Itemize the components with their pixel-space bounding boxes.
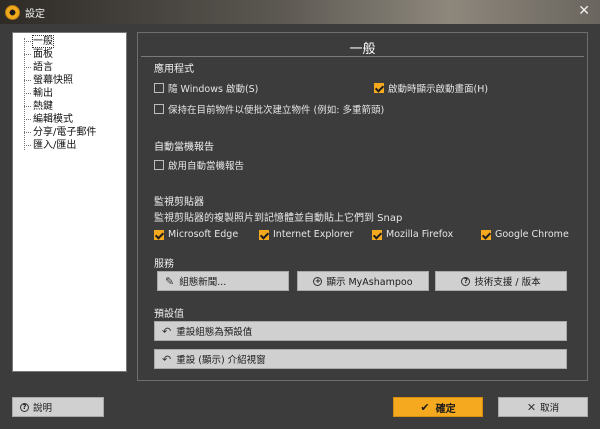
window-title: 設定 bbox=[25, 8, 45, 20]
monitor-description: 監視剪貼器的複製照片到記憶體並自動貼上它們到 Snap bbox=[154, 213, 403, 224]
nav-item-import-export[interactable]: 匯入/匯出 bbox=[24, 139, 126, 152]
reset-intro-button[interactable]: ↶ 重設 (顯示) 介紹視窗 bbox=[154, 349, 567, 369]
checkbox-box[interactable] bbox=[154, 83, 164, 93]
checkmark-icon: ✔ bbox=[420, 400, 430, 414]
configure-news-button[interactable]: ✎ 組態新聞... bbox=[157, 271, 289, 291]
section-services-title: 服務 bbox=[154, 259, 174, 270]
help-button[interactable]: ? 說明 bbox=[12, 397, 104, 417]
nav-item-hotkeys[interactable]: 熱鍵 bbox=[24, 100, 126, 113]
edge-checkbox[interactable]: Microsoft Edge bbox=[154, 229, 238, 240]
question-circle-icon: ? bbox=[461, 276, 471, 286]
checkbox-box-checked[interactable] bbox=[372, 229, 382, 240]
plus-circle-icon: + bbox=[313, 276, 323, 286]
app-logo-icon bbox=[5, 4, 20, 20]
nav-item-panel[interactable]: 面板 bbox=[24, 48, 126, 61]
checkbox-box-checked[interactable] bbox=[374, 83, 384, 93]
nav-item-screenshot[interactable]: 螢幕快照 bbox=[24, 74, 126, 87]
confirm-button[interactable]: ✔ 確定 bbox=[393, 397, 483, 417]
ie-checkbox[interactable]: Internet Explorer bbox=[259, 229, 353, 240]
section-defaults-title: 預設值 bbox=[154, 309, 184, 320]
chrome-checkbox[interactable]: Google Chrome bbox=[481, 229, 569, 240]
undo-arrow-icon: ↶ bbox=[162, 352, 172, 366]
show-myashampoo-button[interactable]: + 顯示 MyAshampoo bbox=[297, 271, 429, 291]
settings-nav-tree: 一般 面板 語言 螢幕快照 輸出 熱鍵 編輯模式 分享/電子郵件 匯入/匯出 bbox=[12, 32, 127, 372]
checkbox-box-checked[interactable] bbox=[481, 229, 491, 240]
close-icon[interactable]: ✕ bbox=[578, 3, 590, 19]
show-splash-checkbox[interactable]: 啟動時顯示啟動畫面(H) bbox=[374, 81, 488, 95]
title-divider bbox=[141, 56, 584, 57]
title-bar: 設定 ✕ bbox=[0, 0, 600, 24]
firefox-checkbox[interactable]: Mozilla Firefox bbox=[372, 229, 453, 240]
nav-item-general[interactable]: 一般 bbox=[24, 35, 126, 48]
section-monitor-title: 監視剪貼器 bbox=[154, 197, 204, 208]
crash-report-checkbox[interactable]: 啟用自動當機報告 bbox=[154, 158, 244, 172]
start-with-windows-checkbox[interactable]: 隨 Windows 啟動(S) bbox=[154, 81, 258, 95]
question-circle-icon: ? bbox=[20, 402, 29, 412]
keep-objects-checkbox[interactable]: 保持在目前物件以便批次建立物件 (例如: 多重箭頭) bbox=[154, 102, 384, 116]
nav-item-edit-mode[interactable]: 編輯模式 bbox=[24, 113, 126, 126]
nav-item-language[interactable]: 語言 bbox=[24, 61, 126, 74]
checkbox-box-checked[interactable] bbox=[259, 229, 269, 240]
undo-arrow-icon: ↶ bbox=[162, 324, 172, 338]
section-app-title: 應用程式 bbox=[154, 64, 194, 75]
tech-support-button[interactable]: ? 技術支援 / 版本 bbox=[435, 271, 567, 291]
checkbox-box[interactable] bbox=[154, 160, 164, 170]
checkbox-box[interactable] bbox=[154, 104, 164, 114]
nav-item-output[interactable]: 輸出 bbox=[24, 87, 126, 100]
reset-config-button[interactable]: ↶ 重設組態為預設值 bbox=[154, 321, 567, 341]
pencil-icon: ✎ bbox=[165, 274, 175, 288]
general-settings-panel: 一般 應用程式 隨 Windows 啟動(S) 啟動時顯示啟動畫面(H) 保持在… bbox=[137, 32, 588, 381]
panel-title: 一般 bbox=[349, 42, 376, 57]
cancel-button[interactable]: ✕ 取消 bbox=[498, 397, 588, 417]
checkbox-box-checked[interactable] bbox=[154, 229, 164, 240]
nav-item-share-email[interactable]: 分享/電子郵件 bbox=[24, 126, 126, 139]
section-crash-title: 自動當機報告 bbox=[154, 142, 214, 153]
close-icon: ✕ bbox=[526, 400, 537, 414]
